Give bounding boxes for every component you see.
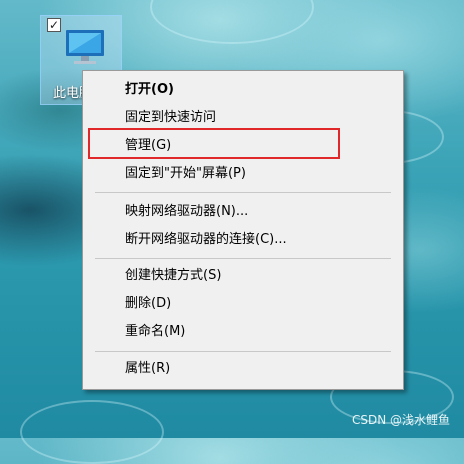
menu-item-properties[interactable]: 属性(R)	[83, 356, 403, 382]
menu-separator	[95, 192, 391, 193]
water-caustic	[150, 0, 314, 44]
context-menu: 打开(O) 固定到快速访问 管理(G) 固定到"开始"屏幕(P) 映射网络驱动器…	[82, 70, 404, 390]
annotation-highlight-box	[88, 128, 340, 159]
menu-separator	[95, 351, 391, 352]
menu-item-disconnect-network-drive[interactable]: 断开网络驱动器的连接(C)...	[83, 227, 403, 253]
menu-separator	[95, 258, 391, 259]
menu-item-create-shortcut[interactable]: 创建快捷方式(S)	[83, 263, 403, 289]
icon-select-checkbox[interactable]: ✓	[47, 18, 61, 32]
watermark-text: CSDN @浅水鲤鱼	[351, 413, 450, 427]
water-caustic	[20, 400, 164, 464]
computer-icon	[66, 30, 104, 64]
menu-item-pin-start[interactable]: 固定到"开始"屏幕(P)	[83, 161, 403, 187]
menu-item-rename[interactable]: 重命名(M)	[83, 319, 403, 345]
menu-item-delete[interactable]: 删除(D)	[83, 291, 403, 317]
menu-item-open[interactable]: 打开(O)	[83, 77, 403, 103]
menu-item-map-network-drive[interactable]: 映射网络驱动器(N)...	[83, 199, 403, 225]
